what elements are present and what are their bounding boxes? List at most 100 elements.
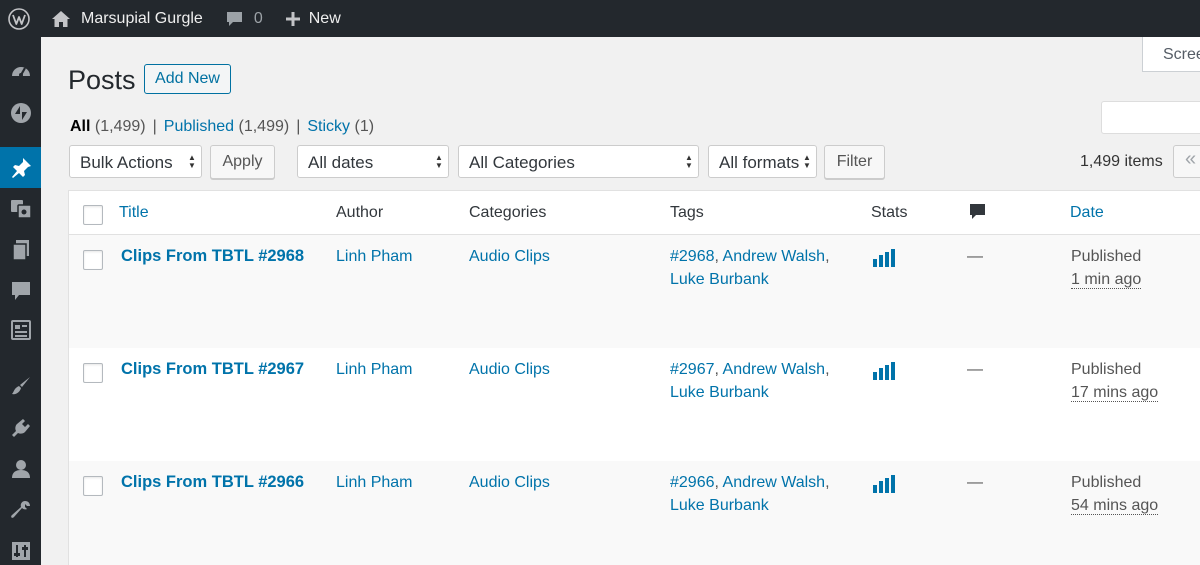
filter-published-count: (1,499) <box>238 118 290 135</box>
post-title-link[interactable]: Clips From TBTL #2966 <box>121 471 304 494</box>
post-category-link[interactable]: Audio Clips <box>469 245 550 268</box>
pages-icon[interactable] <box>0 229 41 270</box>
wordpress-logo-icon[interactable] <box>0 0 37 37</box>
row-checkbox[interactable] <box>83 476 103 496</box>
search-posts-input[interactable] <box>1101 101 1200 134</box>
plus-icon <box>285 11 300 26</box>
post-time: 1 min ago <box>1071 271 1142 289</box>
column-date-header[interactable]: Date <box>1070 204 1104 222</box>
comments-icon[interactable] <box>0 270 41 311</box>
filter-published[interactable]: Published <box>164 118 234 135</box>
tag-link[interactable]: Luke Burbank <box>670 497 769 514</box>
post-title-link[interactable]: Clips From TBTL #2968 <box>121 245 304 268</box>
comment-icon <box>226 11 242 26</box>
post-status: Published <box>1071 474 1142 491</box>
admin-bar: Marsupial Gurgle 0 New <box>0 0 1200 37</box>
media-icon[interactable] <box>0 187 41 228</box>
post-comments-count: — <box>967 474 983 491</box>
formats-value: All formats <box>719 153 800 172</box>
column-title-header[interactable]: Title <box>119 204 149 222</box>
comments-link[interactable]: 0 <box>225 0 263 37</box>
dashboard-icon[interactable] <box>0 51 41 92</box>
tag-link[interactable]: #2967 <box>670 361 715 378</box>
select-arrows-icon: ▲ ▼ <box>685 153 693 170</box>
tag-link[interactable]: Andrew Walsh <box>723 248 826 265</box>
column-stats-header: Stats <box>871 204 908 221</box>
appearance-brush-icon[interactable] <box>0 365 41 406</box>
filter-separator: | <box>296 118 301 135</box>
site-name: Marsupial Gurgle <box>81 9 203 27</box>
select-arrows-icon: ▲ ▼ <box>188 153 196 170</box>
post-author-link[interactable]: Linh Pham <box>336 471 413 494</box>
tag-link[interactable]: Andrew Walsh <box>723 474 826 491</box>
post-status-filters: All (1,499) | Published (1,499) | Sticky (1) <box>70 118 374 136</box>
tools-wrench-icon[interactable] <box>0 489 41 530</box>
posts-pin-icon[interactable] <box>0 147 41 188</box>
comment-bubble-icon[interactable] <box>969 203 986 226</box>
post-author-link[interactable]: Linh Pham <box>336 358 413 381</box>
post-tags: #2967, Andrew Walsh, Luke Burbank <box>670 361 830 401</box>
row-checkbox[interactable] <box>83 363 103 383</box>
formats-select[interactable]: All formats ▲ ▼ <box>708 145 817 178</box>
admin-sidebar <box>0 37 41 565</box>
table-row: Clips From TBTL #2967 Linh Pham Audio Cl… <box>69 348 1200 461</box>
screen-options-tab[interactable]: Screen Options <box>1142 37 1200 72</box>
table-header: Title Author Categories Tags Stats Date <box>69 191 1200 235</box>
filter-button[interactable]: Filter <box>824 145 885 179</box>
column-tags-header: Tags <box>670 204 704 221</box>
select-arrows-icon: ▲ ▼ <box>803 153 811 170</box>
bulk-actions-value: Bulk Actions <box>80 153 173 172</box>
items-count: 1,499 items <box>1080 153 1163 170</box>
row-checkbox[interactable] <box>83 250 103 270</box>
tag-link[interactable]: Luke Burbank <box>670 271 769 288</box>
posts-table: Title Author Categories Tags Stats Date … <box>68 190 1200 565</box>
post-time: 17 mins ago <box>1071 384 1159 402</box>
categories-select[interactable]: All Categories ▲ ▼ <box>458 145 699 178</box>
select-all-checkbox[interactable] <box>83 205 103 225</box>
filter-sticky[interactable]: Sticky <box>307 118 350 135</box>
stats-bar-chart-icon[interactable] <box>873 362 895 380</box>
filter-all[interactable]: All <box>70 118 90 135</box>
column-author-header: Author <box>336 204 384 221</box>
new-content-link[interactable]: New <box>285 0 341 37</box>
first-page-button[interactable]: « <box>1173 145 1200 178</box>
post-date: Published 17 mins ago <box>1071 358 1159 404</box>
tag-link[interactable]: Luke Burbank <box>670 384 769 401</box>
filter-all-count: (1,499) <box>94 118 146 135</box>
home-icon <box>52 10 70 27</box>
post-comments-count: — <box>967 248 983 265</box>
post-tags: #2966, Andrew Walsh, Luke Burbank <box>670 474 830 514</box>
post-status: Published <box>1071 361 1142 378</box>
users-icon[interactable] <box>0 448 41 489</box>
post-category-link[interactable]: Audio Clips <box>469 471 550 494</box>
jetpack-icon[interactable] <box>0 92 41 133</box>
apply-button[interactable]: Apply <box>210 145 275 179</box>
comments-count: 0 <box>253 9 263 27</box>
site-name-link[interactable]: Marsupial Gurgle <box>37 0 203 37</box>
filter-separator: | <box>152 118 157 135</box>
post-date: Published 1 min ago <box>1071 245 1141 291</box>
bulk-actions-select[interactable]: Bulk Actions ▲ ▼ <box>69 145 202 178</box>
settings-icon[interactable] <box>0 530 41 565</box>
filter-sticky-count: (1) <box>354 118 375 135</box>
main-content: Screen Options Posts Add New All (1,499)… <box>41 37 1200 565</box>
table-row: Clips From TBTL #2966 Linh Pham Audio Cl… <box>69 461 1200 565</box>
feedback-icon[interactable] <box>0 309 41 350</box>
post-title-link[interactable]: Clips From TBTL #2967 <box>121 358 304 381</box>
categories-value: All Categories <box>469 153 575 172</box>
add-new-button[interactable]: Add New <box>144 64 231 94</box>
stats-bar-chart-icon[interactable] <box>873 249 895 267</box>
dates-select[interactable]: All dates ▲ ▼ <box>297 145 449 178</box>
post-comments-count: — <box>967 361 983 378</box>
tag-link[interactable]: #2966 <box>670 474 715 491</box>
post-author-link[interactable]: Linh Pham <box>336 245 413 268</box>
stats-bar-chart-icon[interactable] <box>873 475 895 493</box>
plugins-icon[interactable] <box>0 407 41 448</box>
page-title: Posts <box>68 65 136 95</box>
tag-link[interactable]: #2968 <box>670 248 715 265</box>
select-arrows-icon: ▲ ▼ <box>435 153 443 170</box>
new-label: New <box>308 9 341 27</box>
table-row: Clips From TBTL #2968 Linh Pham Audio Cl… <box>69 235 1200 348</box>
tag-link[interactable]: Andrew Walsh <box>723 361 826 378</box>
post-category-link[interactable]: Audio Clips <box>469 358 550 381</box>
